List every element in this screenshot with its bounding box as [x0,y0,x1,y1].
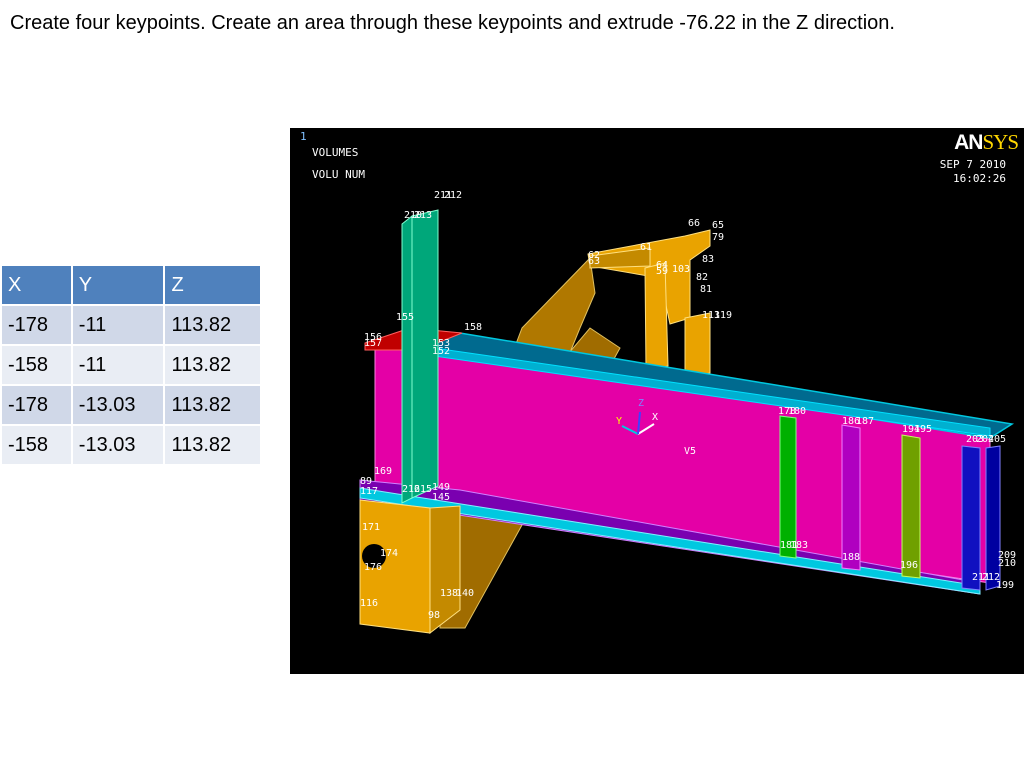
keypoint-number-label: 199 [996,580,1014,591]
keypoint-number-label: 59 [656,266,668,277]
keypoint-number-label: 174 [380,548,398,559]
keypoint-number-label: 61 [640,242,652,253]
plot-date: SEP 7 2010 [939,158,1006,171]
cell-x: -178 [0,384,73,426]
stiffener-blue [961,445,981,591]
keypoint-number-label: 176 [364,562,382,573]
keypoint-number-label: 103 [672,264,690,275]
plot-time: 16:02:26 [953,172,1006,185]
keypoint-number-label: 215 [414,484,432,495]
header-y: Y [70,264,166,306]
triad-y-label: Y [616,416,623,427]
cell-y: -11 [70,304,166,346]
keypoint-number-label: 66 [688,218,700,229]
keypoint-number-label: 183 [790,540,808,551]
triad-z-label: Z [638,398,645,409]
keypoint-number-label: 145 [432,492,450,503]
cell-y: -13.03 [70,424,166,466]
triad-x-label: X [652,412,659,423]
cell-y: -13.03 [70,384,166,426]
instruction-text: Create four keypoints. Create an area th… [10,12,895,34]
table-row: -158 -11 113.82 [0,344,262,386]
cell-x: -158 [0,344,73,386]
stiffener-olive [901,434,921,579]
cell-x: -158 [0,424,73,466]
volume-model-drawing: 21121221021366 65796263616459 103838281155… [359,190,1016,635]
keypoint-number-label: 158 [464,322,482,333]
keypoint-number-label: 63 [588,256,600,267]
cell-z: 113.82 [163,384,262,426]
keypoint-number-label: 212 [444,190,462,201]
header-z: Z [163,264,262,306]
keypoint-number-label: 213 [414,210,432,221]
keypoint-number-label: 116 [360,598,378,609]
top-bracket-side [684,312,711,379]
keypoint-number-label: 119 [714,310,732,321]
keypoint-number-label: 117 [360,486,378,497]
keypoint-number-label: 195 [914,424,932,435]
keypoint-number-label: 140 [456,588,474,599]
table-row: -178 -13.03 113.82 [0,384,262,426]
keypoint-number-label: 81 [700,284,712,295]
stiffener-green [779,415,797,559]
keypoint-number-label: 210 [998,558,1016,569]
keypoint-table: X Y Z -178 -11 113.82 -158 -11 113.82 -1… [0,264,262,466]
table-row: -158 -13.03 113.82 [0,424,262,466]
keypoint-number-label: 82 [696,272,708,283]
stiffener-violet [841,424,861,571]
window-number: 1 [300,130,307,143]
ansys-graphics-viewport[interactable]: 211 212 210 213 66 65 79 62 63 61 64 59 103 83 82 81 155… [290,128,1024,674]
table-row: -178 -11 113.82 [0,304,262,346]
volume-label: V5 [684,446,697,457]
keypoint-number-label: 157 [364,338,382,349]
cell-y: -11 [70,344,166,386]
cell-z: 113.82 [163,344,262,386]
keypoint-number-label: 187 [856,416,874,427]
keypoint-number-label: 152 [432,346,450,357]
keypoint-number-label: 171 [362,522,380,533]
keypoint-number-label: 180 [788,406,806,417]
keypoint-number-label: 196 [900,560,918,571]
cell-z: 113.82 [163,304,262,346]
cell-x: -178 [0,304,73,346]
plot-label-volumes: VOLUMES [312,146,359,159]
keypoint-number-label: 65 [712,220,724,231]
keypoint-number-label: 169 [374,466,392,477]
ansys-logo: ANSYS [954,130,1019,154]
keypoint-number-label: 188 [842,552,860,563]
vertical-green-plate [401,214,413,504]
cell-z: 113.82 [163,424,262,466]
top-bracket-post [644,262,669,371]
keypoint-number-label: 155 [396,312,414,323]
keypoint-number-label: 205 [988,434,1006,445]
table-header-row: X Y Z [0,264,262,306]
keypoint-number-label: 79 [712,232,724,243]
keypoint-number-label: 83 [702,254,714,265]
keypoint-number-label: 98 [428,610,440,621]
plot-label-volu-num: VOLU NUM [312,168,365,181]
header-x: X [0,264,73,306]
